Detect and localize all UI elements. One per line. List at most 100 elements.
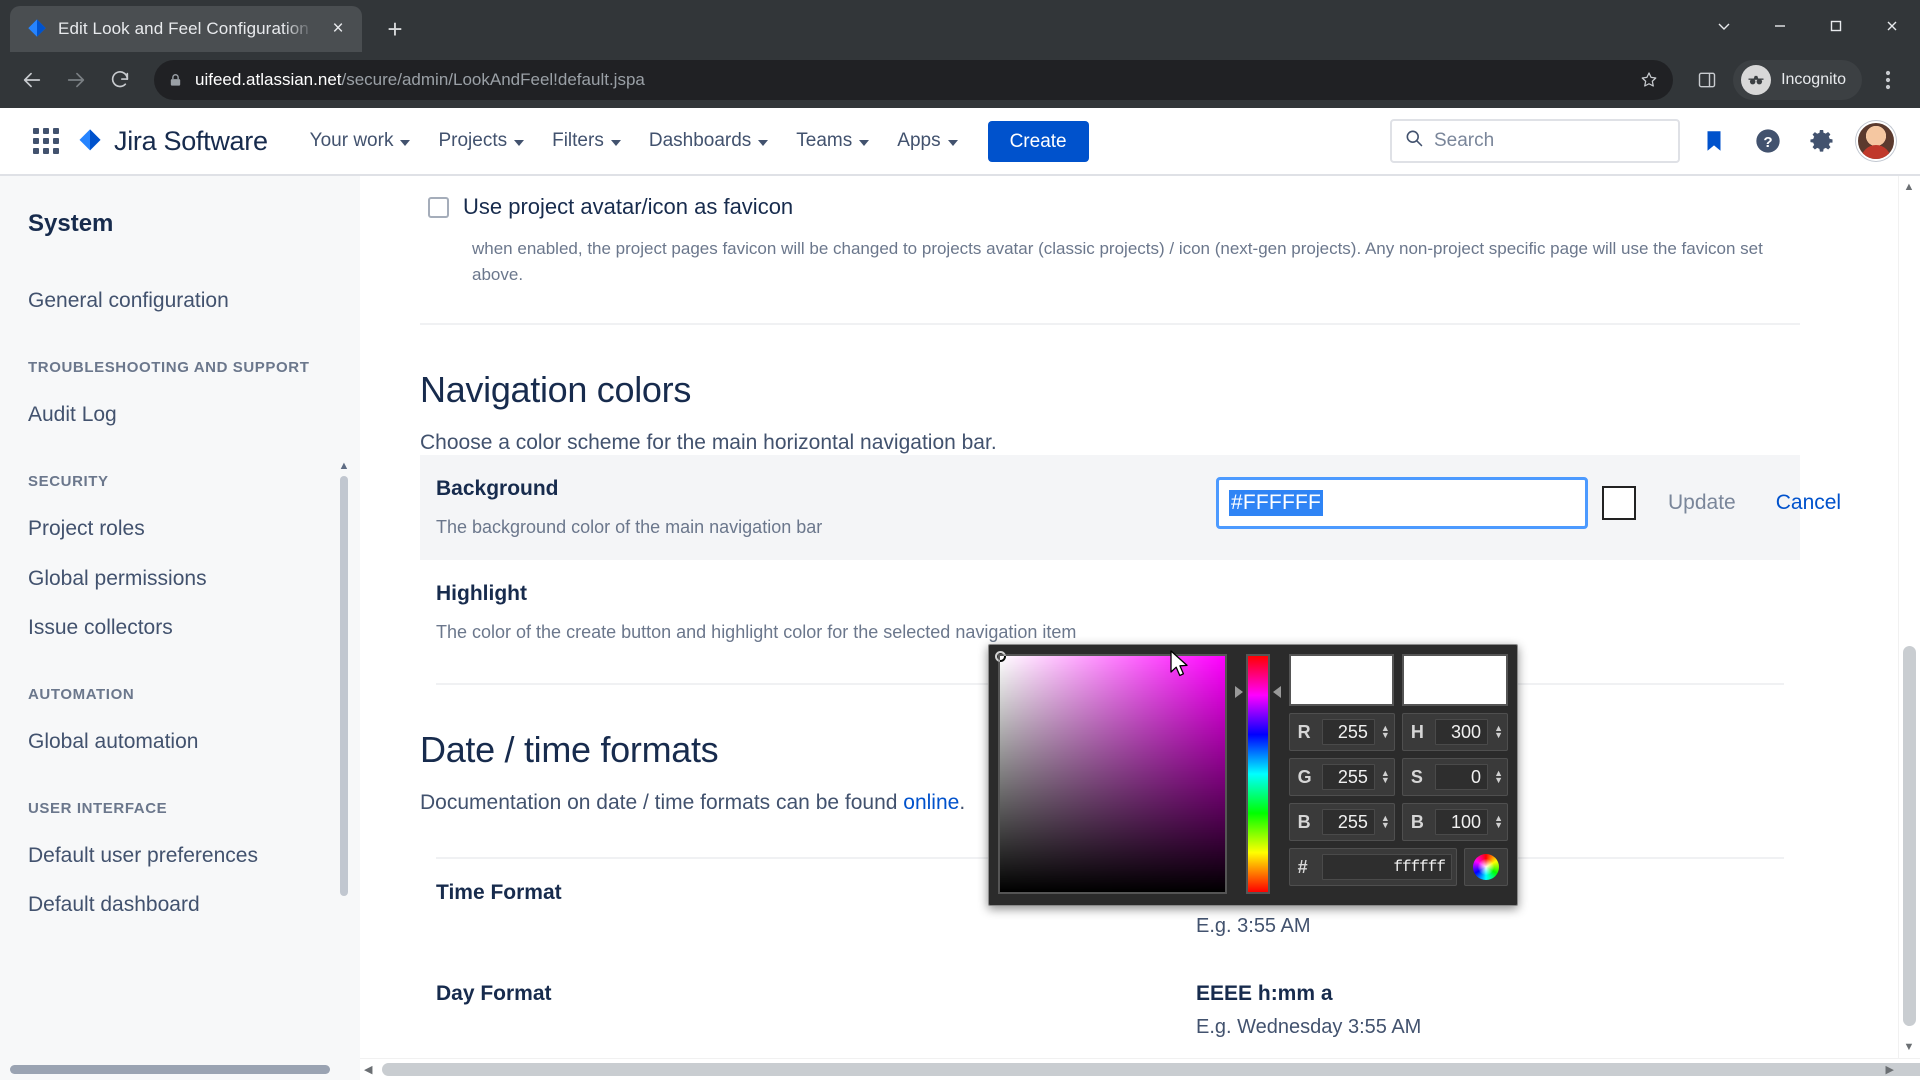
- time-format-example: E.g. 3:55 AM: [1196, 914, 1311, 937]
- field-blue-value[interactable]: 255: [1321, 809, 1375, 835]
- field-brightness-stepper[interactable]: ▲ ▼: [1494, 814, 1503, 830]
- field-hue[interactable]: H 300 ▲ ▼: [1401, 713, 1508, 751]
- tab-strip: Edit Look and Feel Configuration × +: [0, 0, 1920, 52]
- sidebar-item-general-configuration[interactable]: General configuration: [0, 276, 360, 325]
- sv-cursor-handle[interactable]: [995, 651, 1006, 662]
- nav-item-dashboards[interactable]: Dashboards: [635, 120, 782, 162]
- field-saturation-stepper[interactable]: ▲ ▼: [1494, 769, 1503, 785]
- field-green-value[interactable]: 255: [1321, 764, 1375, 790]
- page-scroll-thumb[interactable]: [1903, 646, 1916, 1026]
- hue-left-arrow-icon: [1235, 686, 1244, 698]
- field-hex-value[interactable]: ffffff: [1321, 854, 1452, 880]
- saturation-value-area[interactable]: [995, 651, 1228, 894]
- back-button[interactable]: [12, 60, 52, 100]
- jira-logo[interactable]: Jira Software: [76, 126, 268, 157]
- close-window-button[interactable]: [1864, 0, 1920, 52]
- nav-item-apps[interactable]: Apps: [883, 120, 971, 162]
- field-brightness-value[interactable]: 100: [1434, 809, 1489, 835]
- sidebar-scrollbar[interactable]: [340, 476, 348, 896]
- minimize-all-button[interactable]: [1696, 0, 1752, 52]
- sidebar-item-global-automation[interactable]: Global automation: [0, 717, 360, 766]
- minimize-button[interactable]: [1752, 0, 1808, 52]
- nav-label: Dashboards: [648, 130, 752, 151]
- navigation-colors-heading: Navigation colors: [420, 368, 692, 410]
- field-saturation[interactable]: S 0 ▲ ▼: [1401, 758, 1508, 796]
- background-update-button[interactable]: Update: [1650, 480, 1754, 525]
- sidebar-scroll-up-arrow[interactable]: ▲: [338, 460, 350, 472]
- color-picker-popup[interactable]: R 255 ▲ ▼ H 300 ▲ ▼ G 255 ▲ ▼ S 0 ▲ ▼ B …: [988, 644, 1518, 906]
- day-format-row: Day Format EEEE h:mm a E.g. Wednesday 3:…: [420, 960, 1800, 1061]
- page-scroll-up-arrow[interactable]: ▲: [1902, 180, 1916, 194]
- search-input[interactable]: Search: [1390, 119, 1680, 163]
- three-dot-menu-icon[interactable]: [1868, 60, 1908, 100]
- use-project-avatar-checkbox[interactable]: [428, 197, 449, 218]
- page-viewport: Jira Software Your work Projects Filters…: [0, 108, 1920, 1080]
- window-controls: [1696, 0, 1920, 52]
- color-preview-current[interactable]: [1402, 654, 1508, 706]
- search-placeholder: Search: [1434, 130, 1495, 151]
- page-horizontal-scrollbar[interactable]: ◀ ▶: [360, 1058, 1920, 1080]
- nav-item-filters[interactable]: Filters: [538, 120, 635, 162]
- bookmark-star-icon[interactable]: [1639, 70, 1659, 90]
- help-icon[interactable]: ?: [1748, 121, 1788, 161]
- hue-slider[interactable]: [1245, 654, 1270, 894]
- background-color-swatch[interactable]: [1602, 485, 1636, 520]
- side-panel-icon[interactable]: [1687, 60, 1727, 100]
- date-time-docs-link[interactable]: online: [903, 791, 959, 814]
- field-hex-label: #: [1297, 856, 1308, 877]
- color-preview-new[interactable]: [1288, 654, 1395, 706]
- reload-button[interactable]: [100, 60, 140, 100]
- field-green[interactable]: G 255 ▲ ▼: [1288, 758, 1395, 796]
- settings-gear-icon[interactable]: [1802, 121, 1842, 161]
- field-brightness[interactable]: B 100 ▲ ▼: [1401, 803, 1508, 841]
- nav-item-projects[interactable]: Projects: [424, 120, 538, 162]
- profile-avatar[interactable]: [1856, 121, 1896, 161]
- field-green-stepper[interactable]: ▲ ▼: [1381, 769, 1390, 785]
- field-blue-stepper[interactable]: ▲ ▼: [1381, 814, 1390, 830]
- field-hue-stepper[interactable]: ▲ ▼: [1494, 724, 1503, 740]
- page-vertical-scrollbar[interactable]: ▲ ▼: [1898, 176, 1920, 1058]
- tab-close-icon[interactable]: ×: [324, 15, 352, 43]
- create-button[interactable]: Create: [987, 120, 1089, 162]
- field-red-stepper[interactable]: ▲ ▼: [1381, 724, 1390, 740]
- app-switcher-icon[interactable]: [24, 119, 68, 163]
- sidebar-item-audit-log[interactable]: Audit Log: [0, 390, 360, 439]
- background-cancel-link[interactable]: Cancel: [1768, 481, 1849, 525]
- page-scroll-down-arrow[interactable]: ▼: [1902, 1040, 1916, 1054]
- field-hex[interactable]: # ffffff: [1288, 848, 1457, 886]
- field-hue-value[interactable]: 300: [1434, 719, 1489, 745]
- field-blue-label: B: [1297, 811, 1311, 832]
- new-tab-button[interactable]: +: [376, 10, 414, 48]
- background-color-input[interactable]: #FFFFFF: [1216, 476, 1588, 529]
- sidebar-item-default-dashboard[interactable]: Default dashboard: [0, 880, 360, 929]
- color-wheel-button[interactable]: [1463, 848, 1508, 886]
- sidebar-item-global-permissions[interactable]: Global permissions: [0, 554, 360, 603]
- incognito-indicator[interactable]: Incognito: [1733, 60, 1862, 100]
- field-red-value[interactable]: 255: [1321, 719, 1375, 745]
- use-project-avatar-label: Use project avatar/icon as favicon: [463, 194, 794, 219]
- field-hue-label: H: [1410, 721, 1424, 742]
- browser-tab[interactable]: Edit Look and Feel Configuration ×: [10, 6, 362, 52]
- sidebar-item-project-roles[interactable]: Project roles: [0, 504, 360, 553]
- forward-button[interactable]: [56, 60, 96, 100]
- nav-item-your-work[interactable]: Your work: [296, 120, 425, 162]
- sidebar-item-default-user-preferences[interactable]: Default user preferences: [0, 831, 360, 880]
- notifications-icon[interactable]: [1694, 121, 1734, 161]
- field-red-label: R: [1297, 721, 1311, 742]
- page-scroll-left-arrow[interactable]: ◀: [364, 1063, 372, 1076]
- address-bar[interactable]: uifeed.atlassian.net/secure/admin/LookAn…: [154, 60, 1674, 100]
- date-time-subtitle-prefix: Documentation on date / time formats can…: [420, 790, 904, 814]
- jira-top-navigation: Jira Software Your work Projects Filters…: [0, 108, 1920, 176]
- nav-item-teams[interactable]: Teams: [782, 120, 883, 162]
- field-red[interactable]: R 255 ▲ ▼: [1288, 713, 1395, 751]
- page-horizontal-scroll-thumb[interactable]: [382, 1063, 1920, 1076]
- date-time-subtitle-suffix: .: [959, 790, 966, 814]
- page-scroll-right-arrow[interactable]: ▶: [1886, 1063, 1894, 1076]
- nav-label: Apps: [897, 130, 941, 151]
- sidebar-item-issue-collectors[interactable]: Issue collectors: [0, 603, 360, 652]
- field-saturation-value[interactable]: 0: [1434, 764, 1489, 790]
- sidebar-horizontal-scrollbar[interactable]: [10, 1065, 330, 1074]
- maximize-button[interactable]: [1808, 0, 1864, 52]
- field-blue[interactable]: B 255 ▲ ▼: [1288, 803, 1395, 841]
- chevron-down-icon: [859, 139, 870, 146]
